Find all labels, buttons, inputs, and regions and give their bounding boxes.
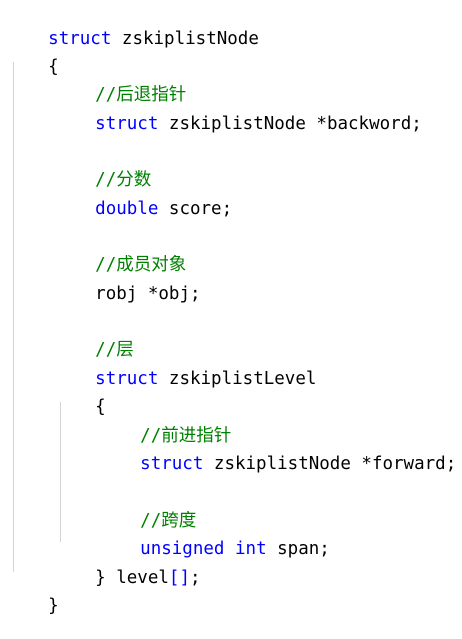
code-line-10: robj *obj; — [53, 261, 200, 304]
backward-field: zskiplistNode *backword; — [158, 114, 422, 134]
code-line-2: { — [6, 34, 59, 77]
struct-name: zskiplistNode — [111, 29, 259, 49]
code-line-19: unsigned int span; — [98, 516, 330, 559]
semicolon: ; — [190, 568, 201, 588]
code-line-14: { — [53, 374, 106, 417]
code-line-20: } level[]; — [53, 545, 200, 588]
keyword-int: int — [235, 539, 267, 559]
score-field: score; — [158, 199, 233, 219]
forward-field: zskiplistNode *forward; — [203, 454, 457, 474]
close-brace: } — [48, 596, 59, 616]
code-line-1: struct zskiplistNode — [6, 6, 259, 49]
code-editor[interactable]: struct zskiplistNode { //后退指针 struct zsk… — [0, 0, 462, 616]
keyword-double: double — [95, 199, 159, 219]
obj-field: robj *obj; — [95, 284, 201, 304]
code-line-7: double score; — [53, 176, 232, 219]
level-struct-name: zskiplistLevel — [158, 369, 317, 389]
code-line-16: struct zskiplistNode *forward; — [98, 431, 456, 474]
code-line-13: struct zskiplistLevel — [53, 346, 316, 389]
keyword-struct: struct — [95, 114, 159, 134]
code-line-21: } — [6, 573, 59, 616]
code-line-12: //层 — [53, 317, 134, 360]
keyword-struct: struct — [140, 454, 204, 474]
code-line-3: //后退指针 — [53, 62, 186, 105]
array-brackets: [] — [168, 568, 190, 588]
code-line-4: struct zskiplistNode *backword; — [53, 91, 422, 134]
code-line-6: //分数 — [53, 147, 151, 190]
code-line-18: //跨度 — [98, 488, 196, 531]
span-field: span; — [266, 539, 330, 559]
code-line-15: //前进指针 — [98, 403, 231, 446]
code-line-9: //成员对象 — [53, 232, 186, 275]
level-close: } level — [95, 568, 169, 588]
indent-guide-outer — [13, 62, 14, 572]
